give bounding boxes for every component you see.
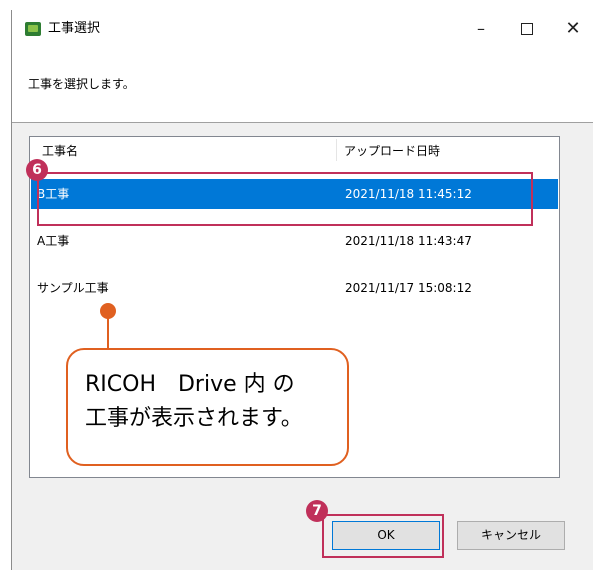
list-item[interactable]: A工事 2021/11/18 11:43:47	[31, 226, 558, 256]
instruction-text: 工事を選択します。	[28, 77, 135, 91]
list-item[interactable]: サンプル工事 2021/11/17 15:08:12	[31, 273, 558, 303]
cancel-button[interactable]: キャンセル	[457, 521, 565, 550]
callout-text-line2: 工事が表示されます。	[85, 406, 303, 431]
maximize-icon	[521, 22, 533, 35]
title-bar: 工事選択 – ✕	[12, 10, 593, 48]
window-title: 工事選択	[48, 21, 101, 36]
step-badge-6: 6	[26, 159, 48, 181]
column-header-upload-date[interactable]: アップロード日時	[344, 143, 440, 159]
maximize-button[interactable]	[504, 10, 550, 48]
project-name: A工事	[37, 234, 70, 248]
upload-date: 2021/11/17 15:08:12	[345, 281, 472, 295]
callout-box: RICOH Drive 内 の 工事が表示されます。	[66, 348, 349, 466]
minimize-button[interactable]: –	[458, 10, 504, 48]
step-badge-7: 7	[306, 500, 328, 522]
highlight-box-step6	[37, 172, 533, 226]
column-separator[interactable]	[336, 139, 337, 161]
column-header-name[interactable]: 工事名	[42, 143, 78, 159]
callout-pointer-dot	[100, 303, 116, 319]
highlight-box-step7	[322, 514, 444, 558]
upload-date: 2021/11/18 11:43:47	[345, 234, 472, 248]
close-button[interactable]: ✕	[550, 10, 593, 48]
project-name: サンプル工事	[37, 281, 109, 295]
instruction-panel: 工事を選択します。	[12, 48, 593, 123]
callout-text-line1: RICOH Drive 内 の	[85, 372, 295, 397]
app-icon	[25, 22, 41, 36]
